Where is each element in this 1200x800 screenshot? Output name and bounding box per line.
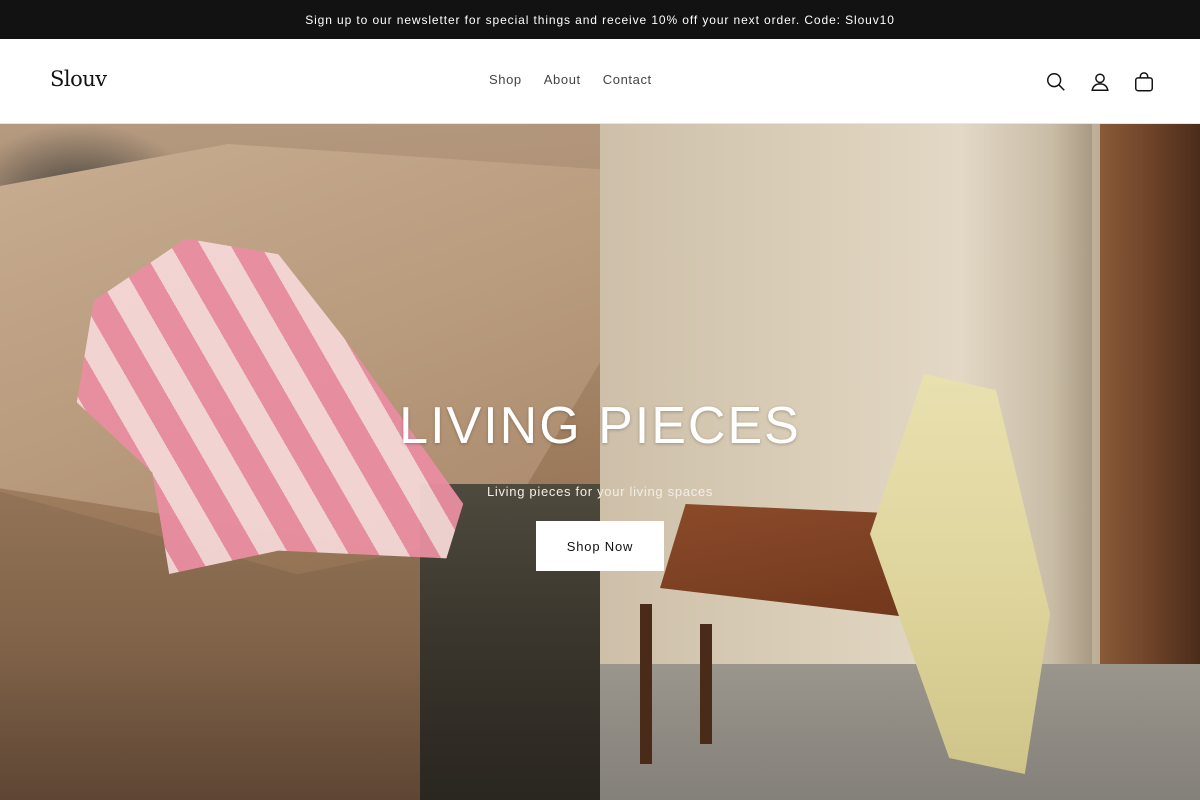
shop-now-button[interactable]: Shop Now	[536, 521, 664, 571]
header-icons	[1040, 66, 1160, 98]
hero-title: LIVING PIECES	[399, 397, 801, 455]
announcement-text: Sign up to our newsletter for special th…	[305, 12, 895, 27]
hero-banner: LIVING PIECES Living pieces for your liv…	[0, 124, 1200, 800]
announcement-bar: Sign up to our newsletter for special th…	[0, 0, 1200, 39]
search-button[interactable]	[1040, 66, 1072, 98]
account-button[interactable]	[1084, 66, 1116, 98]
site-header: Slouv Shop About Contact	[0, 39, 1200, 124]
cart-icon	[1135, 72, 1153, 92]
nav-item-shop[interactable]: Shop	[478, 72, 533, 87]
nav-item-about[interactable]: About	[533, 72, 592, 87]
hero-subtitle: Living pieces for your living spaces	[486, 484, 714, 499]
search-icon	[1047, 73, 1065, 91]
main-nav: Shop About Contact	[478, 72, 663, 87]
cart-button[interactable]	[1128, 66, 1160, 98]
nav-item-contact[interactable]: Contact	[592, 72, 663, 87]
account-icon	[1091, 73, 1109, 91]
hero-content: LIVING PIECES Living pieces for your liv…	[0, 124, 1200, 800]
site-logo[interactable]: Slouv	[50, 67, 107, 91]
